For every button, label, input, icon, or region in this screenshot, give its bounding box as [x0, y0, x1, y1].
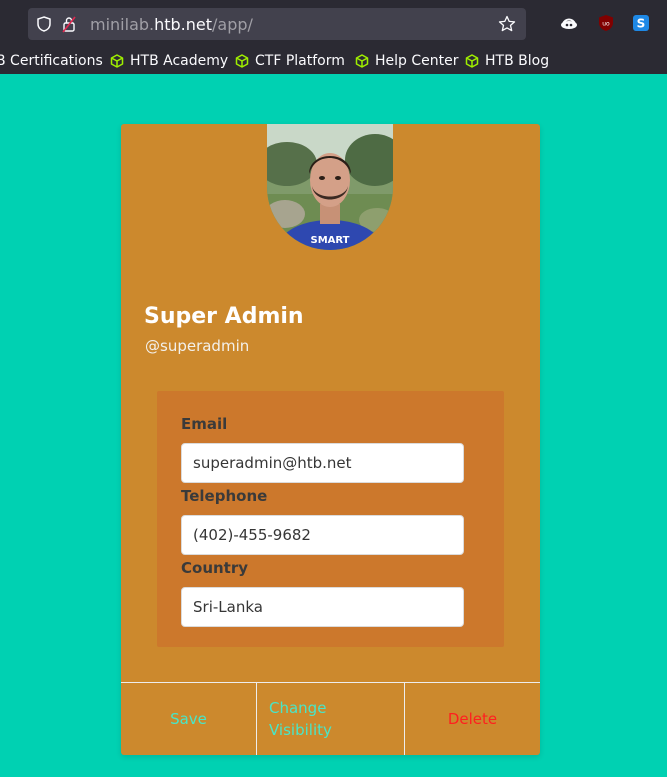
profile-card: SMART Super Admin @superadmin Email Tele… [121, 124, 540, 755]
bookmark-label: CTF Platform [255, 53, 345, 69]
url-prefix: minilab. [90, 15, 155, 34]
url-host: htb.net [154, 15, 213, 34]
card-footer: Save Change Visibility Delete [121, 682, 540, 755]
s-icon[interactable]: S [632, 14, 650, 32]
bookmark-help-center[interactable]: Help Center [355, 51, 459, 71]
url-text[interactable]: minilab.htb.net/app/ [90, 15, 253, 34]
bookmark-label: HTB Academy [130, 53, 229, 69]
url-path: /app/ [212, 15, 253, 34]
bookmark-certifications[interactable]: B Certifications [0, 51, 103, 71]
change-visibility-label: Change Visibility [269, 699, 332, 739]
bookmarks-bar: B Certifications HTB Academy CTF Platfor… [0, 48, 667, 74]
delete-button[interactable]: Delete [404, 683, 540, 755]
bookmark-academy[interactable]: HTB Academy [110, 51, 228, 71]
ublock-icon[interactable]: uo [597, 14, 615, 32]
profile-info-box: Email Telephone Country [157, 391, 504, 647]
profile-name: Super Admin [144, 304, 304, 329]
telephone-label: Telephone [181, 487, 268, 505]
star-icon[interactable] [498, 15, 516, 33]
avatar-photo: SMART [267, 124, 393, 250]
svg-text:uo: uo [602, 21, 610, 28]
cube-icon [110, 54, 124, 68]
country-label: Country [181, 559, 249, 577]
extension-icon[interactable] [560, 14, 578, 32]
bookmark-label: B Certifications [0, 53, 103, 69]
email-label: Email [181, 415, 228, 433]
browser-toolbar: minilab.htb.net/app/ uo S [0, 0, 667, 48]
telephone-field[interactable] [181, 515, 464, 555]
shirt-text: SMART [311, 235, 350, 246]
cube-icon [355, 54, 369, 68]
save-button[interactable]: Save [121, 683, 256, 755]
address-bar[interactable]: minilab.htb.net/app/ [28, 8, 526, 40]
svg-text:S: S [637, 17, 646, 31]
lock-icon[interactable] [62, 15, 76, 33]
cube-icon [235, 54, 249, 68]
cube-icon [465, 54, 479, 68]
change-visibility-button[interactable]: Change Visibility [256, 683, 404, 755]
bookmark-blog[interactable]: HTB Blog [465, 51, 549, 71]
profile-handle: @superadmin [145, 337, 250, 355]
bookmark-label: HTB Blog [485, 53, 550, 69]
country-field[interactable] [181, 587, 464, 627]
shield-icon[interactable] [36, 16, 52, 32]
bookmark-label: Help Center [375, 53, 459, 69]
bookmark-ctf-platform[interactable]: CTF Platform [235, 51, 345, 71]
email-field[interactable] [181, 443, 464, 483]
avatar: SMART [267, 124, 393, 250]
